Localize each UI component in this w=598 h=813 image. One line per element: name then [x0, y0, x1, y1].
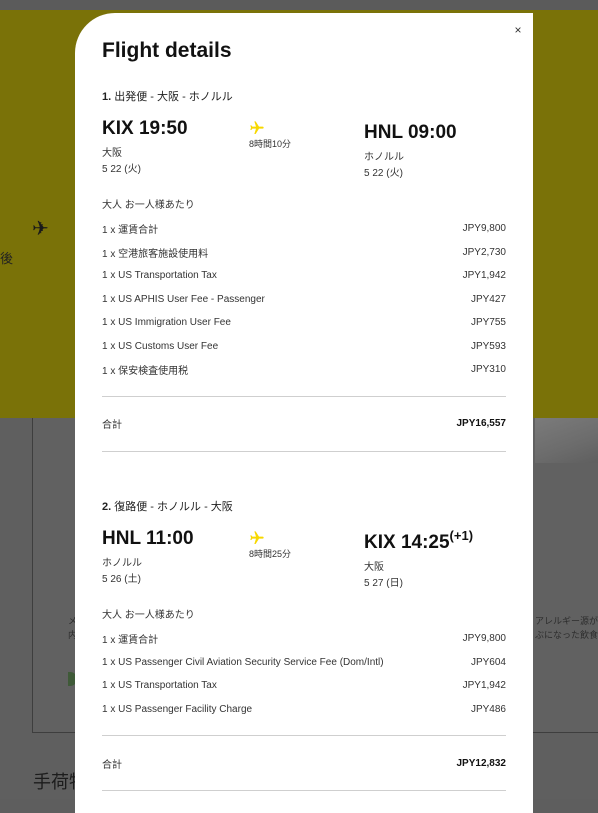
fee-amount: JPY9,800	[462, 223, 506, 235]
pax-label: 大人 お一人様あたり	[102, 610, 195, 621]
fee-amount: JPY9,800	[462, 633, 506, 645]
fee-row: 1 x US Customs User Fee JPY593	[102, 335, 506, 359]
leg-summary: HNL 11:00 ホノルル 5 26 (土) 8時間25分 KIX 14:25…	[102, 528, 506, 589]
segment-title: 1. 出発便 - 大阪 - ホノルル	[102, 88, 506, 104]
flight-duration: 8時間25分	[249, 549, 292, 559]
flight-duration-block: 8時間25分	[249, 528, 291, 560]
segment-number: 2.	[102, 501, 112, 513]
flight-duration: 8時間10分	[249, 139, 292, 149]
arrival-code-time-text: KIX 14:25	[364, 532, 450, 553]
segment-label: 復路便 - ホノルル - 大阪	[114, 501, 233, 513]
departure-city: ホノルル	[102, 558, 142, 569]
leg-summary: KIX 19:50 大阪 5 22 (火) 8時間10分 HNL 09:00 ホ…	[102, 118, 506, 179]
fee-amount: JPY755	[470, 317, 506, 329]
arrival: HNL 09:00 ホノルル 5 22 (火)	[364, 118, 457, 179]
departure-code-time: KIX 19:50	[102, 118, 188, 139]
segment-outbound: 1. 出発便 - 大阪 - ホノルル KIX 19:50 大阪 5 22 (火)…	[102, 88, 506, 452]
fee-amount: JPY1,942	[462, 680, 506, 692]
arrival-code-time: HNL 09:00	[364, 118, 457, 144]
departure-code-time: HNL 11:00	[102, 528, 194, 549]
total-row: 合計 JPY16,557	[102, 397, 506, 451]
fee-name: 1 x US Transportation Tax	[102, 680, 217, 692]
fee-row: 1 x 運賃合計 JPY9,800	[102, 217, 506, 241]
fee-name: 1 x 運賃合計	[102, 635, 159, 647]
background-right-line: ぶになった飲食物	[535, 630, 598, 640]
modal-title: Flight details	[102, 39, 232, 62]
arrival-date: 5 27 (日)	[364, 578, 403, 589]
fee-amount: JPY1,942	[462, 270, 506, 282]
background-top-strip	[0, 0, 598, 10]
background-plane-icon: ✈	[32, 218, 49, 240]
background-right-line: アレルギー源が含	[535, 616, 598, 626]
fee-name: 1 x 空港旅客施設使用料	[102, 248, 209, 260]
fee-list: 1 x 運賃合計 JPY9,800 1 x 空港旅客施設使用料 JPY2,730 1…	[102, 217, 506, 382]
arrival-city: ホノルル	[364, 152, 404, 163]
fee-row: 1 x US Passenger Facility Charge JPY486	[102, 698, 506, 722]
fee-row: 1 x 保安検査使用税 JPY310	[102, 358, 506, 382]
arrival-code-time: KIX 14:25(+1)	[364, 528, 473, 554]
divider	[102, 790, 506, 791]
fee-name: 1 x 運賃合計	[102, 225, 159, 237]
total-amount: JPY12,832	[456, 757, 507, 769]
fee-name: 1 x US Passenger Facility Charge	[102, 703, 253, 715]
fee-row: 1 x US Transportation Tax JPY1,942	[102, 674, 506, 698]
flight-duration-block: 8時間10分	[249, 118, 291, 150]
close-icon[interactable]: ×	[511, 23, 525, 37]
fee-name: 1 x US Passenger Civil Aviation Security…	[102, 656, 384, 668]
background-image	[535, 418, 598, 463]
fee-row: 1 x 空港旅客施設使用料 JPY2,730	[102, 241, 506, 265]
fee-row: 1 x US Immigration User Fee JPY755	[102, 311, 506, 335]
fee-amount: JPY486	[470, 703, 506, 715]
arrival-city: 大阪	[364, 562, 384, 573]
plane-icon	[250, 531, 264, 544]
departure-date: 5 26 (土)	[102, 574, 141, 585]
segment-label: 出発便 - 大阪 - ホノルル	[114, 91, 233, 103]
next-day-marker: (+1)	[449, 528, 474, 543]
fee-amount: JPY427	[470, 293, 506, 305]
segment-title: 2. 復路便 - ホノルル - 大阪	[102, 498, 506, 514]
fee-name: 1 x US Customs User Fee	[102, 340, 219, 352]
background-side-text: 後	[0, 251, 14, 266]
total-amount: JPY16,557	[456, 418, 507, 429]
fee-name: 1 x US Immigration User Fee	[102, 317, 231, 329]
fee-row: 1 x 運賃合計 JPY9,800	[102, 627, 506, 651]
fee-list: 1 x 運賃合計 JPY9,800 1 x US Passenger Civil …	[102, 627, 506, 721]
arrival-code-time-text: HNL 09:00	[364, 122, 457, 143]
background-right-text: アレルギー源が含 ぶになった飲食物	[535, 614, 598, 642]
fee-amount: JPY604	[470, 656, 506, 668]
total-label: 合計	[102, 759, 122, 771]
plane-icon	[250, 121, 264, 134]
departure: KIX 19:50 大阪 5 22 (火)	[102, 118, 188, 175]
arrival-date: 5 22 (火)	[364, 168, 403, 179]
fee-row: 1 x US Transportation Tax JPY1,942	[102, 264, 506, 288]
total-row: 合計 JPY12,832	[102, 736, 506, 790]
segment-number: 1.	[102, 91, 112, 103]
fee-name: 1 x US APHIS User Fee - Passenger	[102, 293, 265, 305]
pax-label: 大人 お一人様あたり	[102, 200, 195, 211]
departure-city: 大阪	[102, 148, 122, 159]
total-label: 合計	[102, 420, 122, 431]
fee-row: 1 x US APHIS User Fee - Passenger JPY427	[102, 288, 506, 312]
segment-return: 2. 復路便 - ホノルル - 大阪 HNL 11:00 ホノルル 5 26 (…	[102, 498, 506, 791]
fee-name: 1 x 保安検査使用税	[102, 366, 189, 378]
fee-amount: JPY310	[470, 364, 506, 376]
divider	[102, 450, 506, 452]
flight-details-modal: × Flight details 1. 出発便 - 大阪 - ホノルル KIX …	[75, 13, 533, 813]
departure: HNL 11:00 ホノルル 5 26 (土)	[102, 528, 194, 585]
fee-name: 1 x US Transportation Tax	[102, 270, 217, 282]
arrival: KIX 14:25(+1) 大阪 5 27 (日)	[364, 528, 473, 589]
departure-date: 5 22 (火)	[102, 164, 141, 175]
fee-row: 1 x US Passenger Civil Aviation Security…	[102, 651, 506, 675]
fee-amount: JPY593	[470, 340, 506, 352]
fee-amount: JPY2,730	[462, 246, 506, 258]
